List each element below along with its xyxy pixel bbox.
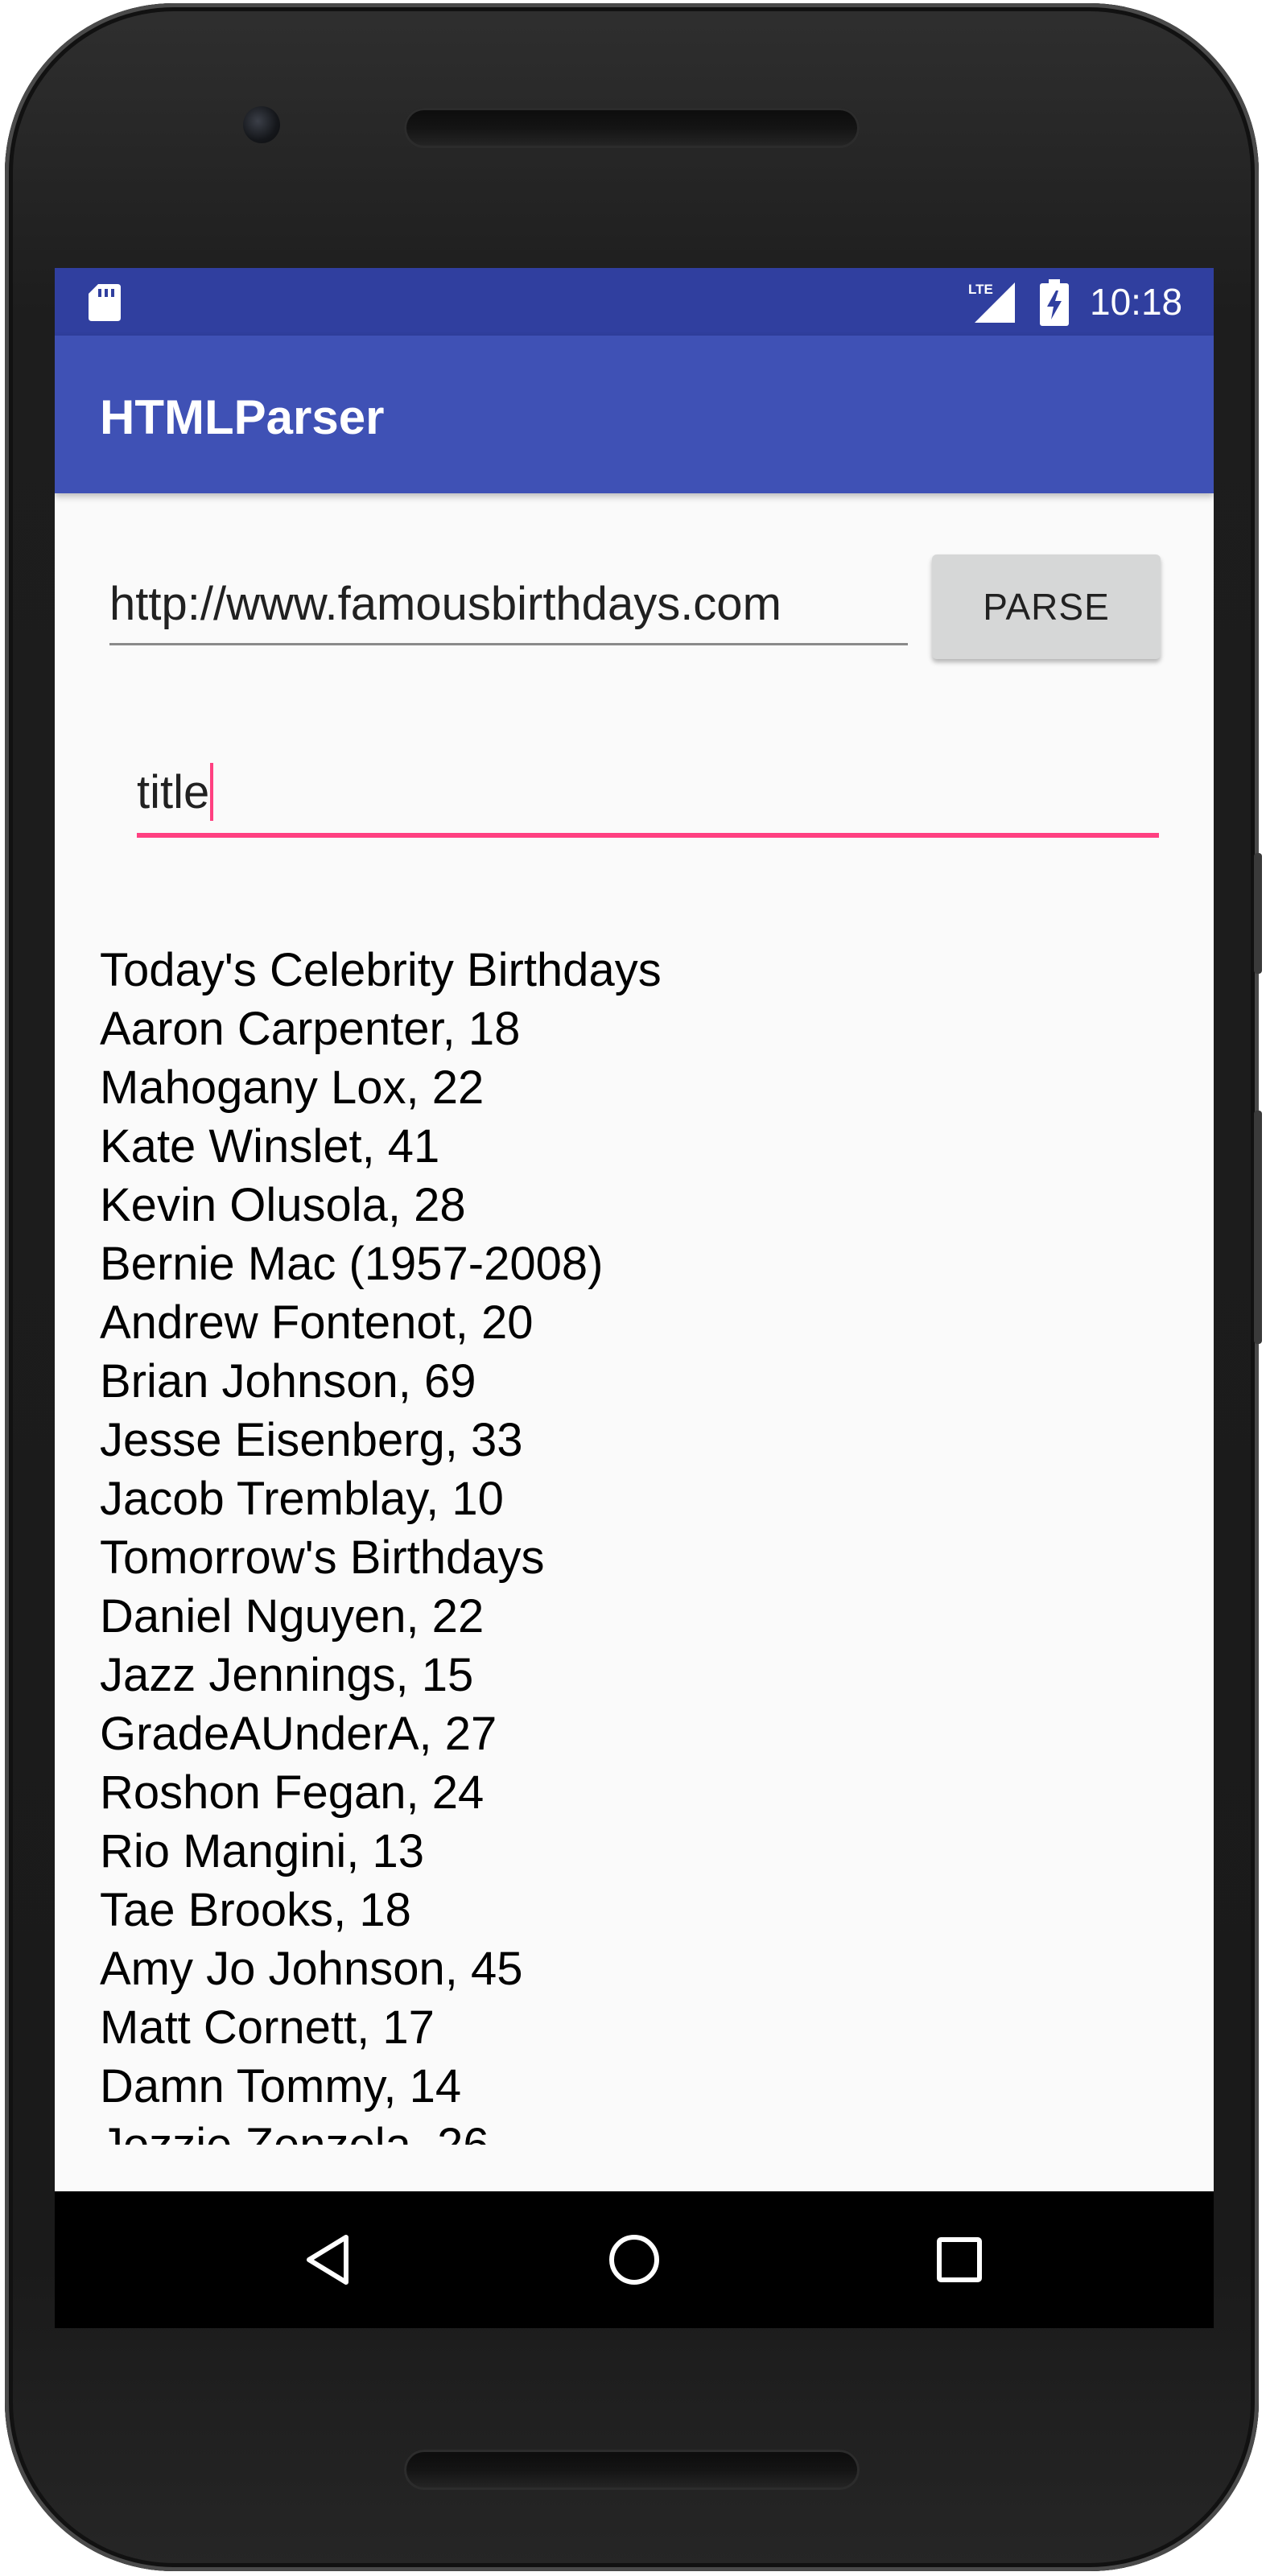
result-line: Aaron Carpenter, 18 xyxy=(100,1003,521,1055)
phone-frame: LTE 10:18 HTMLParser http://www.famousbi… xyxy=(5,3,1262,2571)
result-line: Kate Winslet, 41 xyxy=(100,1120,440,1173)
result-line: Daniel Nguyen, 22 xyxy=(100,1590,485,1642)
battery-charging-icon xyxy=(1040,279,1069,326)
result-line: Tae Brooks, 18 xyxy=(100,1884,411,1936)
result-line: Andrew Fontenot, 20 xyxy=(100,1296,534,1349)
clock: 10:18 xyxy=(1090,281,1183,323)
bottom-speaker xyxy=(404,2450,860,2490)
lte-label: LTE xyxy=(968,282,993,297)
earpiece-speaker xyxy=(404,108,860,148)
back-icon[interactable] xyxy=(288,2219,369,2300)
result-line: Tomorrow's Birthdays xyxy=(100,1531,545,1584)
tag-input-value: title xyxy=(137,766,210,818)
sd-card-icon xyxy=(89,284,121,321)
home-icon[interactable] xyxy=(594,2219,674,2300)
front-camera xyxy=(243,106,280,143)
app-bar: HTMLParser xyxy=(55,336,1214,493)
result-line: Jacob Tremblay, 10 xyxy=(100,1473,504,1525)
text-cursor xyxy=(210,762,214,821)
parse-button[interactable]: PARSE xyxy=(932,554,1161,659)
result-line: GradeAUnderA, 27 xyxy=(100,1708,497,1760)
results-list[interactable]: Today's Celebrity Birthdays Aaron Carpent… xyxy=(100,941,1178,2145)
navigation-bar xyxy=(55,2191,1214,2328)
lte-signal-icon: LTE xyxy=(968,282,1015,323)
result-line: Amy Jo Johnson, 45 xyxy=(100,1943,523,1995)
result-line: Jazz Jennings, 15 xyxy=(100,1649,474,1701)
result-line: Roshon Fegan, 24 xyxy=(100,1766,485,1819)
result-line: Jesse Eisenberg, 33 xyxy=(100,1414,523,1466)
result-line: Today's Celebrity Birthdays xyxy=(100,944,662,996)
url-input[interactable]: http://www.famousbirthdays.com xyxy=(109,566,908,645)
result-line: Jozzie Zenzola, 26 xyxy=(100,2116,1178,2145)
app-title: HTMLParser xyxy=(100,390,385,444)
power-button xyxy=(1254,853,1262,974)
result-line: Bernie Mac (1957-2008) xyxy=(100,1238,604,1290)
result-line: Mahogany Lox, 22 xyxy=(100,1061,485,1114)
tag-input[interactable]: title xyxy=(137,752,1159,838)
volume-button xyxy=(1254,1111,1262,1344)
result-line: Damn Tommy, 14 xyxy=(100,2060,462,2112)
status-bar: LTE 10:18 xyxy=(55,268,1214,336)
result-line: Matt Cornett, 17 xyxy=(100,2001,435,2054)
result-line: Brian Johnson, 69 xyxy=(100,1355,476,1408)
screen: LTE 10:18 HTMLParser http://www.famousbi… xyxy=(55,268,1214,2328)
recents-icon[interactable] xyxy=(919,2219,1000,2300)
result-line: Rio Mangini, 13 xyxy=(100,1825,424,1877)
result-line: Kevin Olusola, 28 xyxy=(100,1179,466,1231)
